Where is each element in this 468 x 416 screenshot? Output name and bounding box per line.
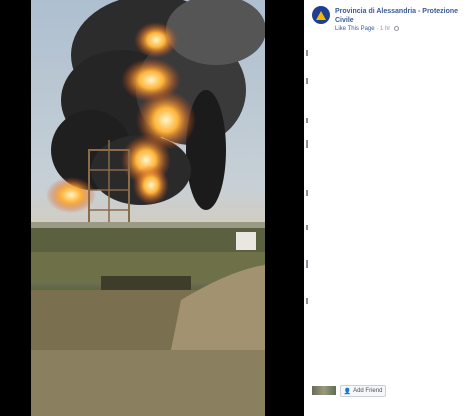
side-indicators <box>304 40 308 340</box>
tagged-person-thumbnail[interactable] <box>312 386 336 395</box>
civil-protection-logo-icon[interactable] <box>312 6 330 24</box>
add-friend-label: Add Friend <box>353 388 383 394</box>
post-side-panel: Provincia di Alessandria - Protezione Ci… <box>304 0 468 416</box>
post-photo[interactable] <box>31 0 265 416</box>
fire-scene-image <box>31 0 265 416</box>
add-friend-button[interactable]: 👤 Add Friend <box>340 385 386 397</box>
meta-separator: · <box>376 26 379 33</box>
post-meta: Like This Page · 1 hr <box>335 26 399 32</box>
globe-icon <box>393 26 399 31</box>
add-friend-icon: 👤 <box>343 388 352 395</box>
post-time[interactable]: 1 hr <box>380 26 390 32</box>
like-page-link[interactable]: Like This Page <box>335 26 375 32</box>
page-name-link[interactable]: Provincia di Alessandria - Protezione Ci… <box>335 7 465 25</box>
